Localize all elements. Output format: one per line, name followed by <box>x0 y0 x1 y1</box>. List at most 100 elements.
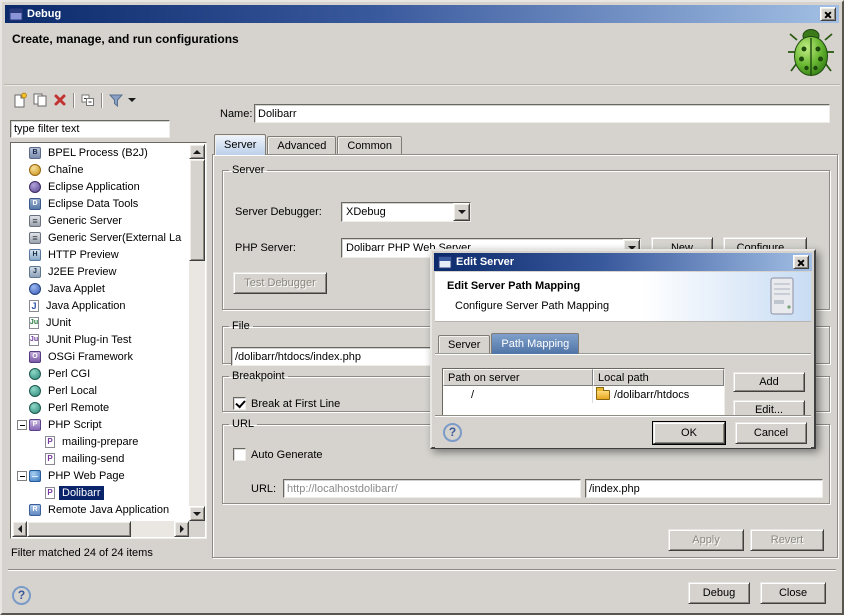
tree-item-label: HTTP Preview <box>45 248 122 262</box>
config-tree: BPEL Process (B2J)ChaîneEclipse Applicat… <box>12 144 189 521</box>
tab-server[interactable]: Server <box>214 134 266 155</box>
tree-item-eclipse-application[interactable]: Eclipse Application <box>12 178 189 195</box>
tree-expander-spacer <box>31 435 44 448</box>
tree-item-label: JUnit <box>43 316 74 330</box>
tree-item-php-web-page[interactable]: PHP Web Page <box>12 467 189 484</box>
server-debugger-select[interactable]: XDebug <box>341 202 471 222</box>
bug-image <box>788 25 834 80</box>
name-input[interactable] <box>254 104 830 123</box>
scroll-left-icon[interactable] <box>12 521 27 537</box>
tree-item-php-script[interactable]: PHP Script <box>12 416 189 433</box>
url-base-input[interactable] <box>283 479 581 498</box>
horizontal-scroll-thumb[interactable] <box>27 521 131 537</box>
tree-item-junit[interactable]: JUnit <box>12 314 189 331</box>
dialog-help-icon[interactable]: ? <box>443 423 462 442</box>
close-window-icon[interactable] <box>820 7 836 21</box>
tree-expander-icon[interactable] <box>15 418 28 431</box>
tree-item-generic-server[interactable]: Generic Server <box>12 212 189 229</box>
tree-item-generic-server-external-la[interactable]: Generic Server(External La <box>12 229 189 246</box>
debug-button[interactable]: Debug <box>688 582 750 604</box>
dialog-title-bar[interactable]: Edit Server <box>434 253 812 271</box>
new-configuration-icon[interactable] <box>10 91 30 110</box>
tree-item-osgi-framework[interactable]: OSGi Framework <box>12 348 189 365</box>
tree-item-perl-cgi[interactable]: Perl CGI <box>12 365 189 382</box>
tree-expander-spacer <box>15 146 28 159</box>
dialog-tab-path-mapping[interactable]: Path Mapping <box>491 333 579 354</box>
ok-button[interactable]: OK <box>653 422 725 444</box>
configurations-treebox: BPEL Process (B2J)ChaîneEclipse Applicat… <box>10 142 207 539</box>
tree-item-dolibarr[interactable]: Dolibarr <box>12 484 189 501</box>
edit-mapping-button[interactable]: Edit... <box>733 400 805 415</box>
add-mapping-button[interactable]: Add <box>733 372 805 392</box>
php-file-icon <box>45 436 55 448</box>
tree-item-junit-plug-in-test[interactable]: JUnit Plug-in Test <box>12 331 189 348</box>
tree-item-label: BPEL Process (B2J) <box>45 146 151 160</box>
tree-item-label: PHP Web Page <box>45 469 128 483</box>
config-tab-bar: Server Advanced Common <box>214 134 403 155</box>
delete-configuration-icon[interactable] <box>50 91 70 110</box>
horizontal-scrollbar[interactable] <box>12 521 189 537</box>
title-bar[interactable]: Debug <box>5 5 839 23</box>
tree-item-j2ee-preview[interactable]: J2EE Preview <box>12 263 189 280</box>
server-group-legend: Server <box>229 164 267 176</box>
tree-expander-spacer <box>15 503 28 516</box>
dialog-icon <box>438 256 452 269</box>
path-mapping-panel: Path on server Local path //dolibarr/htd… <box>435 353 811 415</box>
help-icon[interactable]: ? <box>12 586 31 605</box>
tree-item-label: JUnit Plug-in Test <box>43 333 134 347</box>
collapse-all-icon[interactable] <box>78 91 98 110</box>
tab-common[interactable]: Common <box>337 136 402 154</box>
tree-item-cha-ne[interactable]: Chaîne <box>12 161 189 178</box>
tree-item-label: Java Application <box>43 299 129 313</box>
configurations-toolbar <box>10 90 138 110</box>
dialog-tab-server[interactable]: Server <box>438 335 490 353</box>
tree-expander-spacer <box>15 316 28 329</box>
osgi-icon <box>29 351 41 363</box>
revert-button[interactable]: Revert <box>750 529 824 551</box>
tree-item-perl-local[interactable]: Perl Local <box>12 382 189 399</box>
scroll-up-icon[interactable] <box>189 144 205 159</box>
tree-item-java-applet[interactable]: Java Applet <box>12 280 189 297</box>
tree-item-http-preview[interactable]: HTTP Preview <box>12 246 189 263</box>
tab-advanced[interactable]: Advanced <box>267 136 336 154</box>
filter-input[interactable] <box>10 120 170 138</box>
tree-item-bpel-process-b2j[interactable]: BPEL Process (B2J) <box>12 144 189 161</box>
tree-item-remote-java-application[interactable]: Remote Java Application <box>12 501 189 518</box>
auto-generate-checkbox[interactable] <box>233 448 246 461</box>
vertical-scroll-thumb[interactable] <box>189 159 205 261</box>
dialog-close-icon[interactable] <box>793 255 809 269</box>
tree-item-label: Dolibarr <box>59 486 104 500</box>
local-path-cell: /dolibarr/htdocs <box>593 386 724 403</box>
scroll-down-icon[interactable] <box>189 506 205 521</box>
local-path-column-header[interactable]: Local path <box>593 369 724 386</box>
duplicate-configuration-icon[interactable] <box>30 91 50 110</box>
tree-item-java-application[interactable]: Java Application <box>12 297 189 314</box>
tree-item-perl-remote[interactable]: Perl Remote <box>12 399 189 416</box>
tree-expander-icon[interactable] <box>15 469 28 482</box>
url-path-input[interactable] <box>585 479 823 498</box>
dialog-header: Edit Server Path Mapping Configure Serve… <box>435 272 811 322</box>
mapping-table-row[interactable]: //dolibarr/htdocs <box>443 386 724 403</box>
tree-item-mailing-send[interactable]: mailing-send <box>12 450 189 467</box>
break-at-first-line-label: Break at First Line <box>251 398 340 410</box>
php-web-page-icon <box>29 470 41 482</box>
close-button[interactable]: Close <box>760 582 826 604</box>
apply-button[interactable]: Apply <box>668 529 744 551</box>
chevron-down-icon[interactable] <box>453 203 470 221</box>
break-at-first-line-checkbox[interactable] <box>233 397 246 410</box>
filter-icon[interactable] <box>106 91 126 110</box>
tree-item-eclipse-data-tools[interactable]: Eclipse Data Tools <box>12 195 189 212</box>
test-debugger-button[interactable]: Test Debugger <box>233 272 327 294</box>
name-label: Name: <box>220 108 252 120</box>
path-on-server-column-header[interactable]: Path on server <box>443 369 593 386</box>
tree-expander-spacer <box>15 401 28 414</box>
php-file-icon <box>45 453 55 465</box>
filter-menu-dropdown-icon[interactable] <box>126 91 138 110</box>
tree-item-mailing-prepare[interactable]: mailing-prepare <box>12 433 189 450</box>
scroll-right-icon[interactable] <box>174 521 189 537</box>
edit-server-dialog: Edit Server Edit Server Path Mapping Con… <box>430 249 816 449</box>
tree-expander-spacer <box>15 197 28 210</box>
cancel-button[interactable]: Cancel <box>735 422 807 444</box>
junit-plugin-icon <box>29 334 39 346</box>
vertical-scrollbar[interactable] <box>189 144 205 521</box>
